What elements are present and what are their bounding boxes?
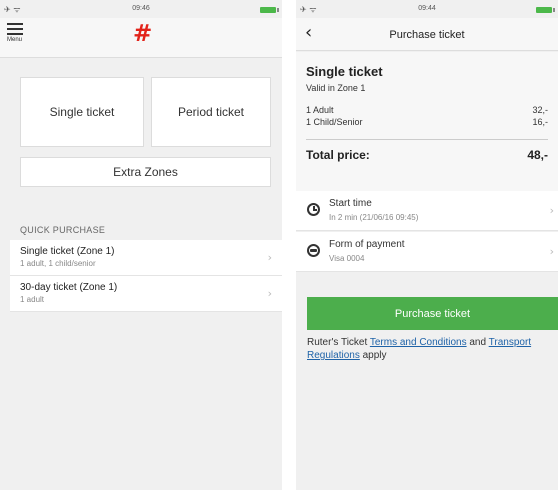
- payment-row[interactable]: Form of payment Visa 0004 ›: [296, 232, 558, 272]
- ruter-logo: #: [133, 21, 153, 47]
- chevron-right-icon: ›: [267, 287, 272, 300]
- price-lines: 1 Adult 32,- 1 Child/Senior 16,-: [306, 105, 548, 129]
- payment-value: Visa 0004: [329, 254, 365, 263]
- chevron-right-icon: ›: [549, 204, 554, 217]
- list-item-title: 30-day ticket (Zone 1): [20, 282, 118, 293]
- list-item[interactable]: Single ticket (Zone 1) 1 adult, 1 child/…: [10, 240, 282, 276]
- menu-label: Menu: [7, 37, 23, 43]
- credit-card-icon: [307, 244, 320, 257]
- quick-purchase-heading: QUICK PURCHASE: [20, 225, 106, 235]
- list-item-title: Single ticket (Zone 1): [20, 246, 115, 257]
- start-time-label: Start time: [329, 198, 372, 209]
- card-stripe: [310, 249, 317, 252]
- price-line: 1 Child/Senior 16,-: [306, 117, 548, 129]
- battery-icon: [536, 7, 555, 13]
- terms-prefix: Ruter's Ticket: [307, 337, 368, 348]
- status-time: 09:44: [418, 5, 436, 12]
- hamburger-icon-bar: [7, 33, 23, 35]
- price-line-value: 32,-: [532, 105, 548, 115]
- top-bar: ‹ Purchase ticket: [296, 18, 558, 51]
- terms-text: Ruter's Ticket Terms and Conditions and …: [307, 336, 552, 362]
- price-line-value: 16,-: [532, 117, 548, 127]
- extra-zones-button[interactable]: Extra Zones: [20, 157, 271, 187]
- terms-link[interactable]: Terms and Conditions: [370, 337, 467, 348]
- ticket-title: Single ticket: [306, 64, 383, 79]
- ticket-zone: Valid in Zone 1: [306, 83, 366, 93]
- terms-mid: and: [469, 337, 487, 348]
- menu-button[interactable]: Menu: [7, 23, 23, 43]
- purchase-screen: ✈ ᯤ 09:44 ‹ Purchase ticket Single ticke…: [296, 0, 558, 490]
- price-line-label: 1 Adult: [306, 105, 334, 115]
- total-label: Total price:: [306, 148, 370, 162]
- quick-purchase-list: Single ticket (Zone 1) 1 adult, 1 child/…: [10, 240, 282, 312]
- clock-hand: [313, 209, 317, 211]
- list-item-subtitle: 1 adult: [20, 295, 45, 304]
- payment-label: Form of payment: [329, 239, 405, 250]
- list-item-subtitle: 1 adult, 1 child/senior: [20, 259, 96, 268]
- status-bar: ✈ ᯤ 09:46: [0, 0, 282, 20]
- period-ticket-button[interactable]: Period ticket: [151, 77, 271, 147]
- chevron-right-icon: ›: [267, 251, 272, 264]
- price-line-label: 1 Child/Senior: [306, 117, 363, 127]
- start-time-value: In 2 min (21/06/16 09:45): [329, 213, 419, 222]
- start-time-row[interactable]: Start time In 2 min (21/06/16 09:45) ›: [296, 191, 558, 231]
- battery-icon: [260, 7, 279, 13]
- page-title: Purchase ticket: [389, 29, 465, 41]
- total-row: Total price: 48,-: [306, 139, 548, 162]
- price-line: 1 Adult 32,-: [306, 105, 548, 117]
- single-ticket-button[interactable]: Single ticket: [20, 77, 144, 147]
- total-value: 48,-: [527, 148, 548, 162]
- list-item[interactable]: 30-day ticket (Zone 1) 1 adult ›: [10, 276, 282, 312]
- purchase-ticket-button[interactable]: Purchase ticket: [307, 297, 558, 330]
- status-time: 09:46: [132, 5, 150, 12]
- hamburger-icon-bar: [7, 28, 23, 30]
- chevron-right-icon: ›: [549, 245, 554, 258]
- status-bar: ✈ ᯤ 09:44: [296, 0, 558, 20]
- home-screen: ✈ ᯤ 09:46 Menu # Single ticket Period ti…: [0, 0, 282, 490]
- terms-suffix: apply: [362, 350, 387, 361]
- hamburger-icon: [7, 23, 23, 25]
- clock-icon: [307, 203, 320, 216]
- top-bar: Menu #: [0, 18, 282, 58]
- ticket-summary: Single ticket Valid in Zone 1 1 Adult 32…: [296, 52, 558, 202]
